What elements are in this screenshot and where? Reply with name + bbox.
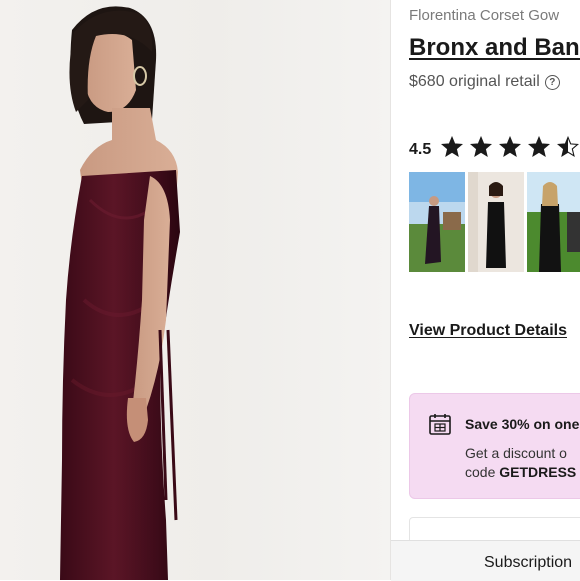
promo-description: Get a discount o (465, 445, 567, 461)
star-icon (441, 136, 464, 157)
product-image[interactable] (0, 0, 390, 580)
subscription-label: Subscription (484, 554, 573, 571)
review-photo-3[interactable] (527, 172, 580, 272)
promo-code-prefix: code (465, 464, 500, 480)
promo-title: Save 30% on one (465, 416, 580, 432)
rating-value: 4.5 (409, 140, 432, 158)
rating-row[interactable]: 4.5 (409, 136, 580, 163)
view-product-details-link[interactable]: View Product Details (409, 322, 567, 340)
rating-stars (441, 136, 580, 163)
retail-price: $680 original retail (409, 73, 540, 90)
review-photo-1[interactable]: ‹ (409, 172, 465, 272)
product-info-panel: Florentina Corset Gow Bronx and Banc $68… (391, 0, 580, 580)
brand-link[interactable]: Bronx and Banc (409, 34, 580, 62)
review-photos: ‹ (409, 172, 580, 272)
calendar-icon (429, 414, 451, 435)
promo-banner[interactable]: Save 30% on one Get a discount o code GE… (409, 393, 580, 499)
star-icon (470, 136, 493, 157)
review-photo-2[interactable] (468, 172, 524, 272)
star-icon (499, 136, 522, 157)
question-circle-icon[interactable]: ? (544, 74, 560, 90)
product-name: Florentina Corset Gow (409, 7, 560, 24)
price-row: $680 original retail ? (409, 73, 560, 91)
model-illustration (60, 6, 180, 580)
subscription-bar[interactable]: Subscription (391, 540, 580, 581)
star-icon (557, 136, 580, 157)
promo-code: GETDRESS (499, 464, 577, 480)
promo-code-line: code GETDRESS (465, 464, 576, 480)
star-icon (528, 136, 551, 157)
